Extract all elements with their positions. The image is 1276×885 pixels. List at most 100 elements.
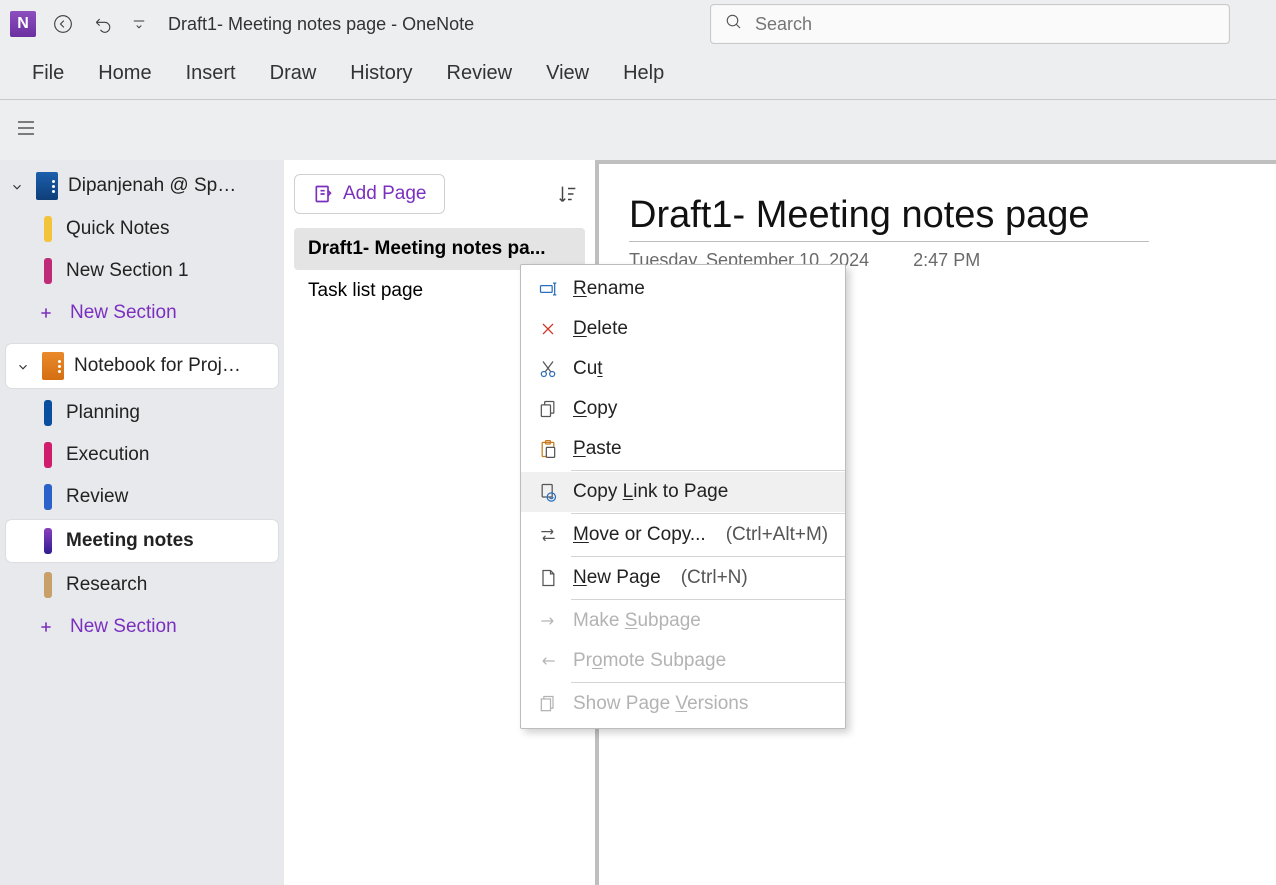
window-title: Draft1- Meeting notes page - OneNote bbox=[168, 14, 474, 35]
new-section-label: New Section bbox=[70, 302, 177, 324]
context-menu-separator bbox=[571, 599, 845, 600]
app-icon: N bbox=[10, 11, 36, 37]
context-menu-separator bbox=[571, 470, 845, 471]
notebook-header[interactable]: Dipanjenah @ Spiral... bbox=[0, 164, 284, 208]
context-menu-delete[interactable]: Delete bbox=[521, 309, 845, 349]
delete-icon bbox=[537, 318, 559, 340]
context-menu-separator bbox=[571, 682, 845, 683]
context-menu-copy[interactable]: Copy bbox=[521, 389, 845, 429]
section-label: Meeting notes bbox=[66, 530, 194, 552]
nav-toggle-row bbox=[0, 100, 1276, 160]
versions-icon bbox=[537, 693, 559, 715]
context-menu-label: New Page bbox=[573, 567, 661, 589]
plus-icon bbox=[36, 303, 56, 323]
menu-file[interactable]: File bbox=[32, 62, 64, 85]
section-color-indicator bbox=[44, 572, 52, 598]
notebook-sidebar: Dipanjenah @ Spiral... Quick Notes New S… bbox=[0, 160, 284, 885]
title-bar: N Draft1- Meeting notes page - OneNote bbox=[0, 0, 1276, 48]
move-icon bbox=[537, 524, 559, 546]
section-review[interactable]: Review bbox=[0, 476, 284, 518]
menu-review[interactable]: Review bbox=[447, 62, 513, 85]
sort-pages-button[interactable] bbox=[551, 177, 585, 211]
add-page-button[interactable]: Add Page bbox=[294, 174, 445, 214]
context-menu-promote-subpage: Promote Subpage bbox=[521, 641, 845, 681]
context-menu-label: Paste bbox=[573, 438, 622, 460]
menu-view[interactable]: View bbox=[546, 62, 589, 85]
customize-toolbar-button[interactable] bbox=[130, 11, 148, 37]
new-section-button[interactable]: New Section bbox=[0, 292, 284, 334]
plus-icon bbox=[36, 617, 56, 637]
back-button[interactable] bbox=[50, 11, 76, 37]
context-menu-separator bbox=[571, 556, 845, 557]
subright-icon bbox=[537, 610, 559, 632]
notebook-title: Dipanjenah @ Spiral... bbox=[68, 175, 238, 197]
section-label: Review bbox=[66, 486, 128, 508]
section-new-section-1[interactable]: New Section 1 bbox=[0, 250, 284, 292]
context-menu-show-page-versions: Show Page Versions bbox=[521, 684, 845, 724]
context-menu-label: Delete bbox=[573, 318, 628, 340]
section-research[interactable]: Research bbox=[0, 564, 284, 606]
context-menu-make-subpage: Make Subpage bbox=[521, 601, 845, 641]
rename-icon bbox=[537, 278, 559, 300]
chevron-down-icon bbox=[10, 178, 26, 194]
context-menu-label: Copy Link to Page bbox=[573, 481, 728, 503]
section-label: Planning bbox=[66, 402, 140, 424]
newpage-icon bbox=[537, 567, 559, 589]
section-label: New Section 1 bbox=[66, 260, 189, 282]
notebook-title: Notebook for Project A bbox=[74, 355, 244, 377]
add-page-label: Add Page bbox=[343, 183, 426, 205]
page-title[interactable]: Draft1- Meeting notes page bbox=[629, 194, 1149, 242]
context-menu-move-or-copy-[interactable]: Move or Copy... (Ctrl+Alt+M) bbox=[521, 515, 845, 555]
new-section-label: New Section bbox=[70, 616, 177, 638]
chevron-down-icon bbox=[16, 358, 32, 374]
context-menu-paste[interactable]: Paste bbox=[521, 429, 845, 469]
page-time: 2:47 PM bbox=[913, 250, 980, 271]
section-label: Research bbox=[66, 574, 147, 596]
notebook-icon bbox=[42, 352, 64, 380]
undo-button[interactable] bbox=[90, 11, 116, 37]
context-menu-label: Copy bbox=[573, 398, 617, 420]
search-box[interactable] bbox=[710, 4, 1230, 44]
paste-icon bbox=[537, 438, 559, 460]
context-menu-shortcut: (Ctrl+N) bbox=[681, 567, 748, 589]
menu-draw[interactable]: Draw bbox=[270, 62, 317, 85]
page-context-menu: Rename Delete Cut Copy Paste Copy Link t… bbox=[520, 264, 846, 729]
context-menu-label: Show Page Versions bbox=[573, 693, 748, 715]
context-menu-label: Make Subpage bbox=[573, 610, 701, 632]
context-menu-copy-link-to-page[interactable]: Copy Link to Page bbox=[521, 472, 845, 512]
section-color-indicator bbox=[44, 528, 52, 554]
context-menu-cut[interactable]: Cut bbox=[521, 349, 845, 389]
section-color-indicator bbox=[44, 258, 52, 284]
context-menu-label: Promote Subpage bbox=[573, 650, 726, 672]
section-execution[interactable]: Execution bbox=[0, 434, 284, 476]
menu-home[interactable]: Home bbox=[98, 62, 151, 85]
new-section-button[interactable]: New Section bbox=[0, 606, 284, 648]
nav-toggle-button[interactable] bbox=[14, 116, 38, 145]
subleft-icon bbox=[537, 650, 559, 672]
context-menu-label: Move or Copy... bbox=[573, 524, 706, 546]
section-color-indicator bbox=[44, 216, 52, 242]
menu-insert[interactable]: Insert bbox=[186, 62, 236, 85]
context-menu-label: Rename bbox=[573, 278, 645, 300]
section-color-indicator bbox=[44, 400, 52, 426]
cut-icon bbox=[537, 358, 559, 380]
context-menu-separator bbox=[571, 513, 845, 514]
section-quick-notes[interactable]: Quick Notes bbox=[0, 208, 284, 250]
section-planning[interactable]: Planning bbox=[0, 392, 284, 434]
search-input[interactable] bbox=[755, 14, 1215, 35]
menu-help[interactable]: Help bbox=[623, 62, 664, 85]
link-icon bbox=[537, 481, 559, 503]
search-icon bbox=[725, 13, 743, 36]
section-label: Quick Notes bbox=[66, 218, 169, 240]
section-color-indicator bbox=[44, 442, 52, 468]
menu-history[interactable]: History bbox=[350, 62, 412, 85]
notebook-header[interactable]: Notebook for Project A bbox=[6, 344, 278, 388]
context-menu-label: Cut bbox=[573, 358, 603, 380]
section-meeting-notes[interactable]: Meeting notes bbox=[6, 520, 278, 562]
context-menu-new-page[interactable]: New Page (Ctrl+N) bbox=[521, 558, 845, 598]
context-menu-shortcut: (Ctrl+Alt+M) bbox=[726, 524, 828, 546]
copy-icon bbox=[537, 398, 559, 420]
menu-bar: File Home Insert Draw History Review View Help bbox=[0, 48, 1276, 100]
context-menu-rename[interactable]: Rename bbox=[521, 269, 845, 309]
notebook-icon bbox=[36, 172, 58, 200]
